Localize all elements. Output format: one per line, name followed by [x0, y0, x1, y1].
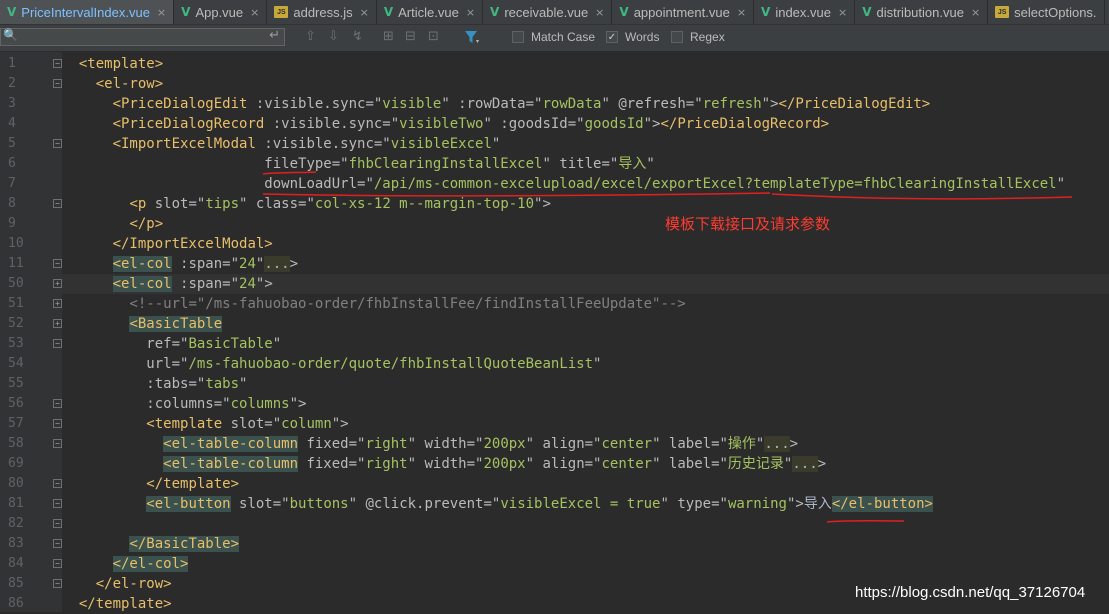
annotation-text: 模板下载接口及请求参数 [665, 215, 831, 233]
red-annotation-underlines [262, 171, 1073, 523]
watermark: https://blog.csdn.net/qq_37126704 [855, 584, 1086, 601]
